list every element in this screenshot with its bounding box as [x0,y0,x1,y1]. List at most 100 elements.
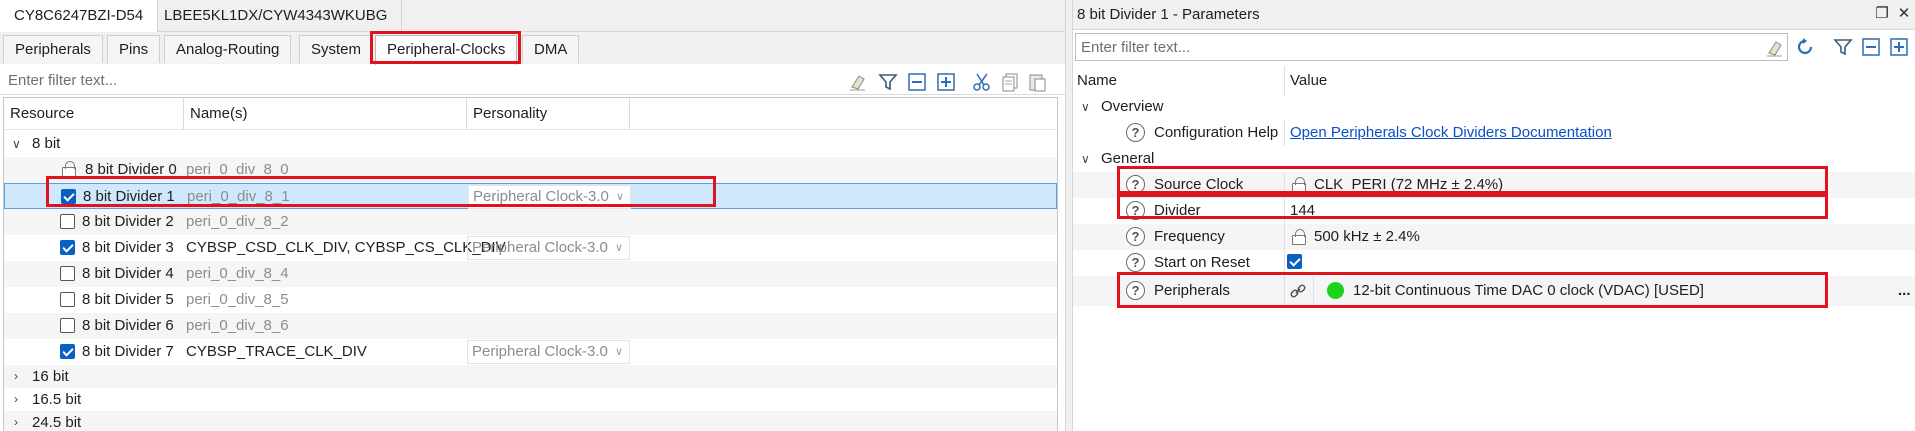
column-value[interactable]: Value [1290,66,1327,96]
more-button[interactable]: ... [1898,276,1911,306]
expand-all-icon[interactable] [936,72,956,92]
personality-select[interactable]: Peripheral Clock-3.0 ∨ [468,185,631,209]
help-icon[interactable]: ? [1126,175,1145,194]
lock-icon [62,161,76,177]
parameters-filter-input[interactable] [1076,34,1756,60]
restore-icon[interactable]: ❐ [1873,5,1891,23]
tab-system[interactable]: System [299,35,374,63]
cut-icon[interactable] [972,72,992,92]
clear-filter-icon[interactable] [848,72,868,92]
enable-checkbox[interactable] [60,266,75,281]
enable-checkbox[interactable] [60,318,75,333]
enable-checkbox[interactable] [61,189,76,204]
divider-row-0[interactable]: 8 bit Divider 0 peri_0_div_8_0 [4,157,1057,183]
resource-label: 8 bit Divider 3 [82,239,174,256]
personality-select[interactable]: Peripheral Clock-3.0 ∨ [467,340,630,364]
used-status-icon [1327,282,1344,299]
help-icon[interactable]: ? [1126,253,1145,272]
group-16-5bit-row[interactable]: › 16.5 bit [4,388,1057,411]
paste-icon[interactable] [1027,72,1047,92]
divider-row-5[interactable]: 8 bit Divider 5 peri_0_div_8_5 [4,287,1057,313]
divider-row-4[interactable]: 8 bit Divider 4 peri_0_div_8_4 [4,261,1057,287]
refresh-icon[interactable] [1795,37,1815,57]
column-divider [1313,276,1314,306]
resource-label: 8 bit Divider 1 [83,188,175,205]
start-on-reset-label: Start on Reset [1154,254,1250,271]
pane-splitter[interactable] [1065,0,1073,431]
help-icon[interactable]: ? [1126,123,1145,142]
divider-row-1[interactable]: 8 bit Divider 1 peri_0_div_8_1 Periphera… [4,183,1057,209]
peripherals-value[interactable]: 12-bit Continuous Time DAC 0 clock (VDAC… [1353,276,1704,306]
chevron-right-icon[interactable]: › [14,365,18,388]
tab-dma[interactable]: DMA [522,35,580,63]
chevron-down-icon[interactable]: ∨ [1081,94,1090,120]
close-icon[interactable]: ✕ [1895,5,1913,23]
column-resource[interactable]: Resource [4,98,184,130]
frequency-label: Frequency [1154,228,1225,245]
resource-name[interactable]: peri_0_div_8_1 [187,184,290,210]
filter-icon[interactable] [1833,37,1853,57]
filter-icon[interactable] [878,72,898,92]
group-label: 24.5 bit [32,414,82,431]
column-divider[interactable] [1284,66,1285,96]
copy-icon[interactable] [1000,72,1020,92]
tab-analog-routing[interactable]: Analog-Routing [164,35,292,63]
column-names[interactable]: Name(s) [184,98,467,130]
start-on-reset-row[interactable]: ? Start on Reset [1073,250,1915,276]
resource-tree: Resource Name(s) Personality ∨ 8 bit 8 b… [3,97,1058,431]
divider-row-2[interactable]: 8 bit Divider 2 peri_0_div_8_2 [4,209,1057,235]
chevron-down-icon: ∨ [614,346,623,358]
tab-device-lbee5kl1dx[interactable]: LBEE5KL1DX/CYW4343WKUBG [150,0,403,32]
help-icon[interactable]: ? [1126,281,1145,300]
peripherals-row[interactable]: ? Peripherals 12-bit Continuous Time DAC… [1073,276,1915,306]
group-label: 16 bit [32,368,69,385]
collapse-all-icon[interactable] [1861,37,1881,57]
clear-filter-icon[interactable] [1765,38,1785,58]
parameters-pane: 8 bit Divider 1 - Parameters ❐ ✕ Name Va… [1073,0,1915,431]
source-clock-row[interactable]: ? Source Clock CLK_PERI (72 MHz ± 2.4%) [1073,172,1915,198]
expand-all-icon[interactable] [1889,37,1909,57]
resource-label: 8 bit Divider 4 [82,265,174,282]
start-on-reset-checkbox[interactable] [1287,254,1302,269]
group-16bit-row[interactable]: › 16 bit [4,365,1057,388]
divider-value[interactable]: 144 [1290,198,1315,224]
tab-device-cy8c6247[interactable]: CY8C6247BZI-D54 [0,0,159,33]
general-group-row[interactable]: ∨ General [1073,146,1915,172]
tab-peripherals[interactable]: Peripherals [3,35,103,63]
help-icon[interactable]: ? [1126,201,1145,220]
left-filter-input[interactable] [1,68,875,93]
group-24-5bit-row[interactable]: › 24.5 bit [4,411,1057,431]
chevron-down-icon[interactable]: ∨ [12,131,21,157]
enable-checkbox[interactable] [60,240,75,255]
tab-pins[interactable]: Pins [107,35,161,63]
divider-row-7[interactable]: 8 bit Divider 7 CYBSP_TRACE_CLK_DIV Peri… [4,339,1057,365]
divider-param-row[interactable]: ? Divider 144 [1073,198,1915,224]
lock-icon [1292,177,1306,193]
chevron-right-icon[interactable]: › [14,388,18,411]
overview-group-row[interactable]: ∨ Overview [1073,94,1915,120]
column-name[interactable]: Name [1077,66,1117,96]
config-help-link[interactable]: Open Peripherals Clock Dividers Document… [1290,120,1612,146]
resource-name: CYBSP_CSD_CLK_DIV, CYBSP_CS_CLK_DIV [186,239,506,256]
general-label: General [1101,150,1155,167]
column-personality[interactable]: Personality [467,98,630,130]
resource-name: peri_0_div_8_2 [186,213,289,230]
collapse-all-icon[interactable] [907,72,927,92]
resource-name: peri_0_div_8_0 [186,161,289,178]
help-icon[interactable]: ? [1126,227,1145,246]
divider-row-6[interactable]: 8 bit Divider 6 peri_0_div_8_6 [4,313,1057,339]
enable-checkbox[interactable] [60,214,75,229]
personality-value: Peripheral Clock-3.0 [472,343,608,360]
frequency-value: 500 kHz ± 2.4% [1314,228,1420,245]
divider-row-3[interactable]: 8 bit Divider 3 CYBSP_CSD_CLK_DIV, CYBSP… [4,235,1057,261]
group-8bit-row[interactable]: ∨ 8 bit [4,131,1057,157]
personality-select[interactable]: Peripheral Clock-3.0 ∨ [467,236,630,260]
enable-checkbox[interactable] [60,292,75,307]
personality-value: Peripheral Clock-3.0 [473,188,609,205]
chevron-right-icon[interactable]: › [14,411,18,431]
resource-label: 8 bit Divider 0 [85,161,177,178]
enable-checkbox[interactable] [60,344,75,359]
chevron-down-icon[interactable]: ∨ [1081,146,1090,172]
link-icon[interactable] [1289,282,1307,300]
tab-peripheral-clocks[interactable]: Peripheral-Clocks [375,35,518,65]
